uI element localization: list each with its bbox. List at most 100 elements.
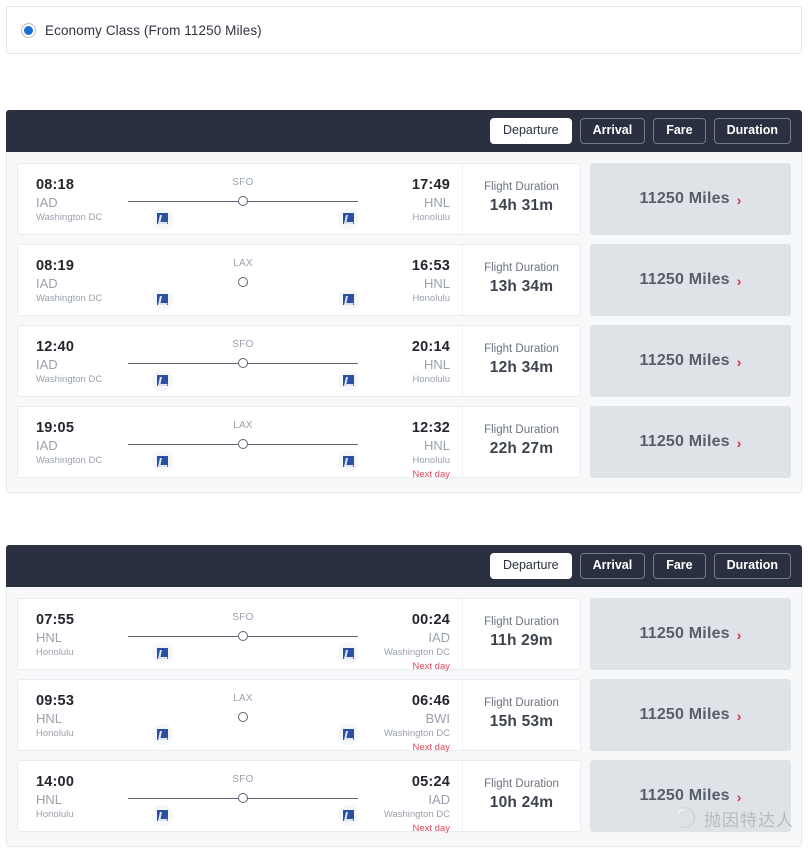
- award-miles-button[interactable]: 11250 Miles ›: [590, 406, 791, 478]
- award-miles-value: 11250 Miles: [639, 271, 730, 288]
- stopover-dot-icon: [238, 439, 248, 449]
- award-miles-button[interactable]: 11250 Miles ›: [590, 760, 791, 832]
- arrival-airport-code: HNL: [423, 356, 450, 372]
- flight-row[interactable]: 08:19 IAD Washington DC LAX 16:53 HNL Honolulu…: [17, 244, 791, 316]
- flight-row[interactable]: 14:00 HNL Honolulu SFO 05:24 IAD Washington DC…: [17, 760, 791, 835]
- itinerary: 09:53 HNL Honolulu LAX 06:46 BWI Washington DC…: [18, 680, 462, 753]
- departure-endpoint: 08:18 IAD Washington DC: [36, 176, 132, 225]
- flight-row[interactable]: 19:05 IAD Washington DC LAX 12:32 HNL Honolulu…: [17, 406, 791, 480]
- departure-airport-code: HNL: [36, 629, 63, 645]
- flight-duration-block: Flight Duration 10h 24m: [462, 761, 580, 831]
- flight-details-card: 19:05 IAD Washington DC LAX 12:32 HNL Honolulu…: [17, 406, 581, 480]
- departure-time: 12:40: [36, 339, 75, 355]
- arrival-next-day-badge: Next day: [412, 742, 451, 754]
- stopover-dot-icon: [238, 358, 248, 368]
- arrival-airport-code: IAD: [428, 791, 450, 807]
- award-miles-button[interactable]: 11250 Miles ›: [590, 244, 791, 316]
- chevron-right-icon: ›: [736, 707, 742, 724]
- flight-row[interactable]: 07:55 HNL Honolulu SFO 00:24 IAD Washington DC…: [17, 598, 791, 672]
- route-segment: SFO: [128, 177, 358, 234]
- departure-airport-code: IAD: [36, 194, 58, 210]
- departure-time: 14:00: [36, 774, 75, 790]
- award-miles-button[interactable]: 11250 Miles ›: [590, 325, 791, 397]
- arrival-time: 20:14: [411, 339, 450, 355]
- departure-city: Honolulu: [36, 647, 74, 659]
- radio-selected-icon[interactable]: [21, 22, 36, 38]
- flight-duration-block: Flight Duration 13h 34m: [462, 245, 580, 315]
- stopover-airport-code: SFO: [232, 612, 254, 623]
- flight-duration-block: Flight Duration 12h 34m: [462, 326, 580, 396]
- flight-details-card: 08:19 IAD Washington DC LAX 16:53 HNL Honolulu…: [17, 244, 581, 316]
- arrival-airport-code: HNL: [423, 275, 450, 291]
- departure-city: Washington DC: [36, 455, 103, 467]
- departure-airport-code: HNL: [36, 791, 63, 807]
- flight-row[interactable]: 08:18 IAD Washington DC SFO 17:49 HNL Honolulu…: [17, 163, 791, 235]
- arrival-city: Washington DC: [383, 809, 450, 821]
- departure-city: Honolulu: [36, 809, 74, 821]
- departure-city: Washington DC: [36, 374, 103, 386]
- arrival-next-day-badge: Next day: [412, 661, 451, 673]
- sort-tab-arrival[interactable]: Arrival: [579, 553, 646, 579]
- flight-row[interactable]: 12:40 IAD Washington DC SFO 20:14 HNL Honolulu…: [17, 325, 791, 397]
- award-miles-value: 11250 Miles: [639, 433, 730, 450]
- award-miles-value: 11250 Miles: [639, 625, 730, 642]
- inbound-results-panel: 07:55 HNL Honolulu SFO 00:24 IAD Washington DC…: [6, 587, 802, 847]
- sort-tab-duration[interactable]: Duration: [713, 118, 791, 144]
- stopover-dot-icon: [238, 277, 248, 287]
- arrival-endpoint: 20:14 HNL Honolulu: [354, 338, 450, 387]
- departure-city: Honolulu: [36, 728, 74, 740]
- award-miles-button[interactable]: 11250 Miles ›: [590, 679, 791, 751]
- sort-tab-arrival[interactable]: Arrival: [579, 118, 646, 144]
- flight-duration-block: Flight Duration 14h 31m: [462, 164, 580, 234]
- stopover-airport-code: SFO: [232, 177, 254, 188]
- departure-time: 07:55: [36, 612, 75, 628]
- route-segment: SFO: [128, 774, 358, 831]
- chevron-right-icon: ›: [736, 434, 742, 451]
- flight-duration-value: 12h 34m: [489, 359, 554, 377]
- arrival-next-day-badge: Next day: [412, 469, 451, 481]
- sort-tab-duration[interactable]: Duration: [713, 553, 791, 579]
- departure-airport-code: HNL: [36, 710, 63, 726]
- departure-airport-code: IAD: [36, 275, 58, 291]
- departure-city: Washington DC: [36, 293, 103, 305]
- flight-duration-label: Flight Duration: [484, 180, 559, 193]
- route-segment: SFO: [128, 612, 358, 669]
- cabin-class-card: Economy Class (From 11250 Miles): [6, 6, 802, 54]
- outbound-results-section: Departure Arrival Fare Duration 08:18 IAD Was…: [0, 110, 808, 493]
- stopover-dot-icon: [238, 712, 248, 722]
- itinerary: 19:05 IAD Washington DC LAX 12:32 HNL Honolulu…: [18, 407, 462, 480]
- flight-duration-value: 15h 53m: [489, 713, 554, 731]
- chevron-right-icon: ›: [736, 353, 742, 370]
- award-miles-button[interactable]: 11250 Miles ›: [590, 163, 791, 235]
- departure-time: 08:19: [36, 258, 75, 274]
- route-segment: LAX: [132, 693, 354, 750]
- outbound-results-panel: 08:18 IAD Washington DC SFO 17:49 HNL Honolulu…: [6, 152, 802, 493]
- departure-airport-code: IAD: [36, 437, 58, 453]
- route-segment: SFO: [128, 339, 358, 396]
- award-miles-button[interactable]: 11250 Miles ›: [590, 598, 791, 670]
- arrival-endpoint: 00:24 IAD Washington DC Next day: [354, 611, 450, 674]
- itinerary: 12:40 IAD Washington DC SFO 20:14 HNL Honolulu: [18, 326, 462, 396]
- flight-duration-value: 22h 27m: [489, 440, 554, 458]
- sort-tab-departure[interactable]: Departure: [490, 118, 572, 144]
- itinerary: 08:18 IAD Washington DC SFO 17:49 HNL Honolulu: [18, 164, 462, 234]
- cabin-class-economy-option[interactable]: Economy Class (From 11250 Miles): [21, 22, 262, 38]
- departure-endpoint: 09:53 HNL Honolulu: [36, 692, 132, 741]
- award-miles-value: 11250 Miles: [639, 706, 730, 723]
- arrival-endpoint: 06:46 BWI Washington DC Next day: [354, 692, 450, 755]
- departure-endpoint: 08:19 IAD Washington DC: [36, 257, 132, 306]
- arrival-next-day-badge: Next day: [412, 823, 451, 835]
- award-miles-value: 11250 Miles: [639, 787, 730, 804]
- sort-tab-fare[interactable]: Fare: [653, 553, 706, 579]
- arrival-city: Honolulu: [412, 455, 451, 467]
- flight-duration-label: Flight Duration: [484, 423, 559, 436]
- chevron-right-icon: ›: [736, 626, 742, 643]
- arrival-endpoint: 16:53 HNL Honolulu: [354, 257, 450, 306]
- sort-tab-fare[interactable]: Fare: [653, 118, 706, 144]
- route-segment: LAX: [128, 420, 358, 477]
- outbound-flight-list: 08:18 IAD Washington DC SFO 17:49 HNL Honolulu…: [7, 152, 801, 492]
- cabin-class-label: Economy Class (From 11250 Miles): [45, 22, 262, 38]
- flight-row[interactable]: 09:53 HNL Honolulu LAX 06:46 BWI Washington DC…: [17, 679, 791, 753]
- chevron-right-icon: ›: [736, 272, 742, 289]
- sort-tab-departure[interactable]: Departure: [490, 553, 572, 579]
